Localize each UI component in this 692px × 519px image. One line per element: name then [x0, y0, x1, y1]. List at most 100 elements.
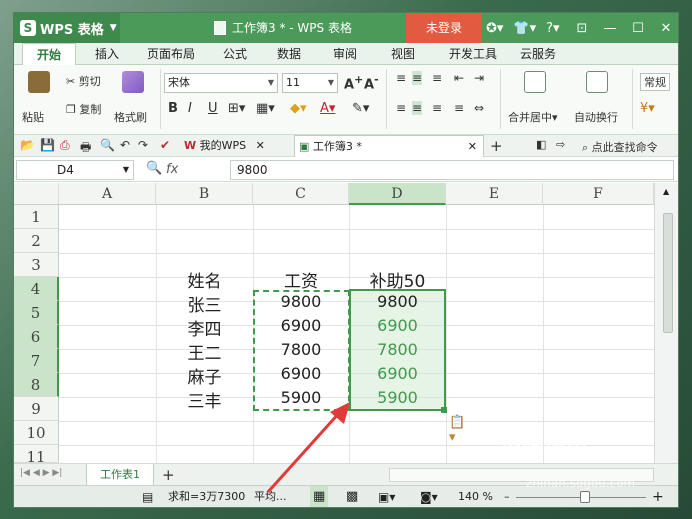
command-search[interactable]: ⌕ 点此查找命令 — [582, 139, 658, 155]
font-color-icon[interactable]: A▾ — [320, 101, 335, 116]
name-box[interactable]: D4 ▼ — [16, 160, 134, 180]
cell-c4[interactable]: 9800 — [253, 292, 349, 311]
status-calc-icon[interactable]: ▤ — [142, 486, 153, 507]
save-icon[interactable]: 💾 — [40, 138, 55, 152]
tab-page-layout[interactable]: 页面布局 — [136, 43, 206, 65]
tab-review[interactable]: 审阅 — [322, 43, 368, 65]
distributed-icon[interactable]: ⇔ — [474, 101, 484, 115]
row-header-5[interactable]: 5 — [14, 301, 59, 325]
col-header-d[interactable]: D — [349, 183, 446, 205]
align-middle-icon[interactable]: ≡ — [412, 71, 423, 85]
vertical-scrollbar[interactable]: ▲ — [654, 183, 678, 463]
reading-mode-icon[interactable]: ▣▾ — [378, 486, 395, 507]
row-header-8[interactable]: 8 — [14, 373, 59, 397]
row-header-3[interactable]: 3 — [14, 253, 59, 277]
minimize-icon[interactable]: — — [596, 21, 624, 36]
justify-icon[interactable]: ≡ — [454, 101, 464, 115]
sheet-tab-1[interactable]: 工作表1 — [86, 464, 154, 486]
login-button[interactable]: 未登录 — [406, 13, 482, 43]
close-icon[interactable]: ✕ — [652, 21, 678, 36]
row-header-1[interactable]: 1 — [14, 205, 59, 229]
row-header-10[interactable]: 10 — [14, 421, 59, 445]
bold-button[interactable]: B — [168, 101, 178, 116]
italic-button[interactable]: I — [188, 101, 192, 116]
merge-center-button[interactable]: 合并居中▾ — [508, 109, 558, 125]
sheet-nav-icons[interactable]: |◀ ◀ ▶ ▶| — [20, 468, 62, 478]
format-painter-icon[interactable] — [122, 71, 144, 93]
cell-c5[interactable]: 6900 — [253, 316, 349, 335]
wrap-text-icon[interactable] — [586, 71, 608, 93]
border-icon[interactable]: ⊞▾ — [228, 101, 245, 116]
font-size-select[interactable]: 11 ▼ — [282, 73, 338, 93]
row-header-6[interactable]: 6 — [14, 325, 59, 349]
fx-button[interactable]: fx — [166, 158, 178, 182]
vertical-scroll-thumb[interactable] — [663, 213, 673, 333]
cell-d7[interactable]: 6900 — [349, 364, 446, 383]
row-header-9[interactable]: 9 — [14, 397, 59, 421]
font-name-select[interactable]: 宋体 ▼ — [164, 73, 278, 93]
copy-button[interactable]: ❐ 复制 — [66, 101, 101, 117]
clear-format-icon[interactable]: ✎▾ — [352, 101, 369, 116]
cell-c3[interactable]: 工资 — [253, 267, 349, 292]
help-icon[interactable]: ?▾ — [546, 21, 559, 36]
align-center-icon[interactable]: ≡ — [412, 101, 423, 115]
currency-icon[interactable]: ¥▾ — [640, 101, 655, 116]
tab-cloud[interactable]: 云服务 — [510, 43, 566, 65]
undo-icon[interactable]: ↶ — [120, 138, 130, 152]
paste-icon[interactable] — [28, 71, 50, 93]
zoom-slider-thumb[interactable] — [580, 491, 590, 503]
eye-protection-icon[interactable]: ◙▾ — [420, 486, 438, 507]
merge-center-icon[interactable] — [524, 71, 546, 93]
align-top-icon[interactable]: ≡ — [396, 71, 406, 85]
restore-ribbon-icon[interactable]: ⊡ — [568, 21, 596, 36]
cell-c6[interactable]: 7800 — [253, 340, 349, 359]
cell-b4[interactable]: 张三 — [156, 291, 253, 316]
row-header-4[interactable]: 4 — [14, 277, 59, 301]
cell-d8[interactable]: 5900 — [349, 388, 446, 407]
zoom-level[interactable]: 140 % — [458, 486, 493, 507]
open-icon[interactable]: 📂 — [20, 138, 35, 152]
cell-c8[interactable]: 5900 — [253, 388, 349, 407]
cell-b8[interactable]: 三丰 — [156, 387, 253, 412]
cell-d6[interactable]: 7800 — [349, 340, 446, 359]
row-header-11[interactable]: 11 — [14, 445, 59, 463]
shirt-icon[interactable]: 👕▾ — [513, 21, 536, 36]
tab-workbook3[interactable]: ▣ 工作簿3 * ✕ — [294, 135, 484, 157]
cell-b3[interactable]: 姓名 — [156, 267, 253, 292]
add-sheet-icon[interactable]: + — [162, 466, 175, 484]
align-left-icon[interactable]: ≡ — [396, 101, 406, 115]
table-style-icon[interactable]: ▦▾ — [256, 101, 275, 116]
page-break-view-icon[interactable]: ▩ — [346, 486, 358, 507]
cut-button[interactable]: ✂ 剪切 — [66, 73, 101, 89]
fill-handle[interactable] — [441, 407, 447, 413]
app-menu-button[interactable]: S WPS 表格 ▼ — [14, 13, 120, 43]
tab-view[interactable]: 视图 — [380, 43, 426, 65]
tab-formula[interactable]: 公式 — [212, 43, 258, 65]
tab-insert[interactable]: 插入 — [84, 43, 130, 65]
new-tab-icon[interactable]: + — [490, 137, 503, 155]
align-bottom-icon[interactable]: ≡ — [432, 71, 442, 85]
backup-icon[interactable]: ◧ — [536, 138, 546, 151]
skin-icon[interactable]: ✪▾ — [486, 21, 503, 36]
tab-home[interactable]: 开始 — [22, 43, 76, 65]
share-icon[interactable]: ⇨ — [556, 138, 565, 151]
paste-button[interactable]: 粘贴 — [22, 109, 44, 125]
col-header-b[interactable]: B — [156, 183, 253, 205]
shrink-font-icon[interactable]: A- — [364, 73, 379, 92]
normal-view-icon[interactable]: ▦ — [310, 486, 329, 507]
status-average[interactable]: 平均... — [254, 486, 287, 507]
format-painter-button[interactable]: 格式刷 — [114, 109, 147, 125]
cell-d3[interactable]: 补助50 — [349, 267, 446, 292]
underline-button[interactable]: U — [208, 101, 218, 116]
preview-icon[interactable]: 🔍 — [100, 138, 115, 152]
fill-color-icon[interactable]: ◆▾ — [290, 101, 307, 116]
col-header-c[interactable]: C — [253, 183, 349, 205]
cell-b6[interactable]: 王二 — [156, 339, 253, 364]
cell-d4[interactable]: 9800 — [349, 292, 446, 311]
row-header-2[interactable]: 2 — [14, 229, 59, 253]
col-header-a[interactable]: A — [59, 183, 156, 205]
zoom-out-icon[interactable]: – — [504, 486, 510, 507]
cell-c7[interactable]: 6900 — [253, 364, 349, 383]
pin-icon[interactable]: ✔ — [160, 138, 170, 152]
indent-increase-icon[interactable]: ⇥ — [474, 71, 484, 85]
